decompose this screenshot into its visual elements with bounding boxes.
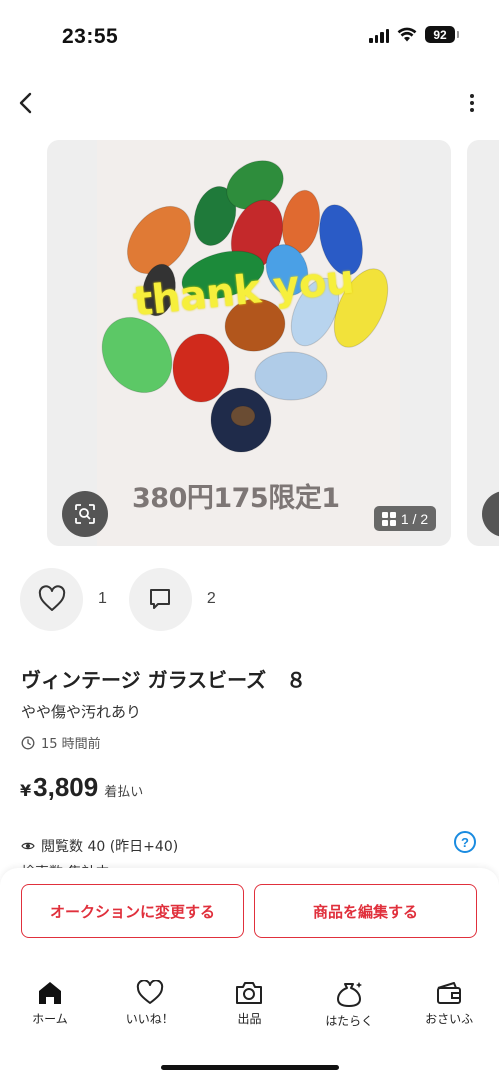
item-title: ヴィンテージ ガラスビーズ ８ <box>21 668 307 692</box>
tab-likes[interactable]: いいね！ <box>100 980 200 1040</box>
battery-icon: 92 <box>425 26 459 43</box>
status-bar: 23:55 92 <box>0 0 499 72</box>
image-carousel[interactable]: thank you 380円175限定1 1 / 2 <box>0 140 499 548</box>
product-image-slide[interactable]: thank you 380円175限定1 1 / 2 <box>47 140 451 546</box>
back-button[interactable] <box>12 86 42 120</box>
like-button[interactable] <box>20 567 83 631</box>
comment-count: 2 <box>206 590 216 607</box>
views-row: 閲覧数 40 (昨日+40) <box>21 836 178 856</box>
tab-sell[interactable]: 出品 <box>200 980 300 1040</box>
item-condition: やや傷や汚れあり <box>21 703 142 721</box>
listed-time: 15 時間前 <box>41 737 101 752</box>
action-buttons: オークションに変更する 商品を編集する <box>21 884 477 938</box>
more-options-button[interactable] <box>467 90 477 116</box>
eye-icon <box>21 842 35 850</box>
tab-wallet[interactable]: おさいふ <box>399 980 499 1040</box>
tab-bar: ホーム いいね！ 出品 はたらく おさいふ <box>0 980 499 1040</box>
shipping-method: 着払い <box>104 785 144 800</box>
tab-work-label: はたらく <box>325 1014 374 1028</box>
page-indicator-text: 1 / 2 <box>400 510 429 527</box>
heart-icon <box>136 980 163 1004</box>
price-value: 3,809 <box>33 772 99 802</box>
comment-button[interactable] <box>128 567 192 631</box>
clock-icon <box>21 736 35 749</box>
wifi-icon <box>397 27 417 42</box>
signal-icon <box>369 27 389 43</box>
page-indicator: 1 / 2 <box>374 506 436 531</box>
grid-icon <box>381 511 396 526</box>
views-count: 閲覧数 40 (昨日+40) <box>41 839 179 855</box>
comment-icon <box>150 589 171 609</box>
listed-time-row: 15 時間前 <box>21 733 101 752</box>
home-indicator <box>161 1065 339 1070</box>
edit-item-button[interactable]: 商品を編集する <box>254 884 477 938</box>
camera-icon <box>236 982 263 1004</box>
like-count: 1 <box>98 590 107 607</box>
bottom-action-sheet: オークションに変更する 商品を編集する ホーム いいね！ 出品 はたらく おさい… <box>0 868 499 1080</box>
nav-header <box>0 78 499 126</box>
change-to-auction-button[interactable]: オークションに変更する <box>21 884 244 938</box>
status-time: 23:55 <box>62 25 119 48</box>
tab-home[interactable]: ホーム <box>0 980 100 1040</box>
wallet-icon <box>437 982 462 1004</box>
bag-icon <box>337 982 363 1007</box>
tab-wallet-label: おさいふ <box>425 1012 474 1026</box>
status-icons: 92 <box>369 26 459 43</box>
image-search-button[interactable] <box>62 491 108 537</box>
price-caption-overlay: 380円175限定1 <box>132 483 340 514</box>
tab-likes-label: いいね！ <box>125 1012 174 1026</box>
price-row: ¥ 3,809 着払い <box>20 772 143 803</box>
price-symbol: ¥ <box>20 781 32 800</box>
action-row: 1 2 <box>20 567 238 631</box>
home-icon <box>38 982 61 1004</box>
tab-work[interactable]: はたらく <box>299 980 399 1040</box>
scan-icon <box>75 504 95 524</box>
help-icon[interactable]: ? <box>454 831 476 853</box>
heart-icon <box>38 585 65 611</box>
tab-home-label: ホーム <box>32 1012 68 1026</box>
next-image-slide[interactable] <box>467 140 499 546</box>
chevron-left-icon <box>19 92 32 114</box>
tab-sell-label: 出品 <box>237 1012 262 1026</box>
